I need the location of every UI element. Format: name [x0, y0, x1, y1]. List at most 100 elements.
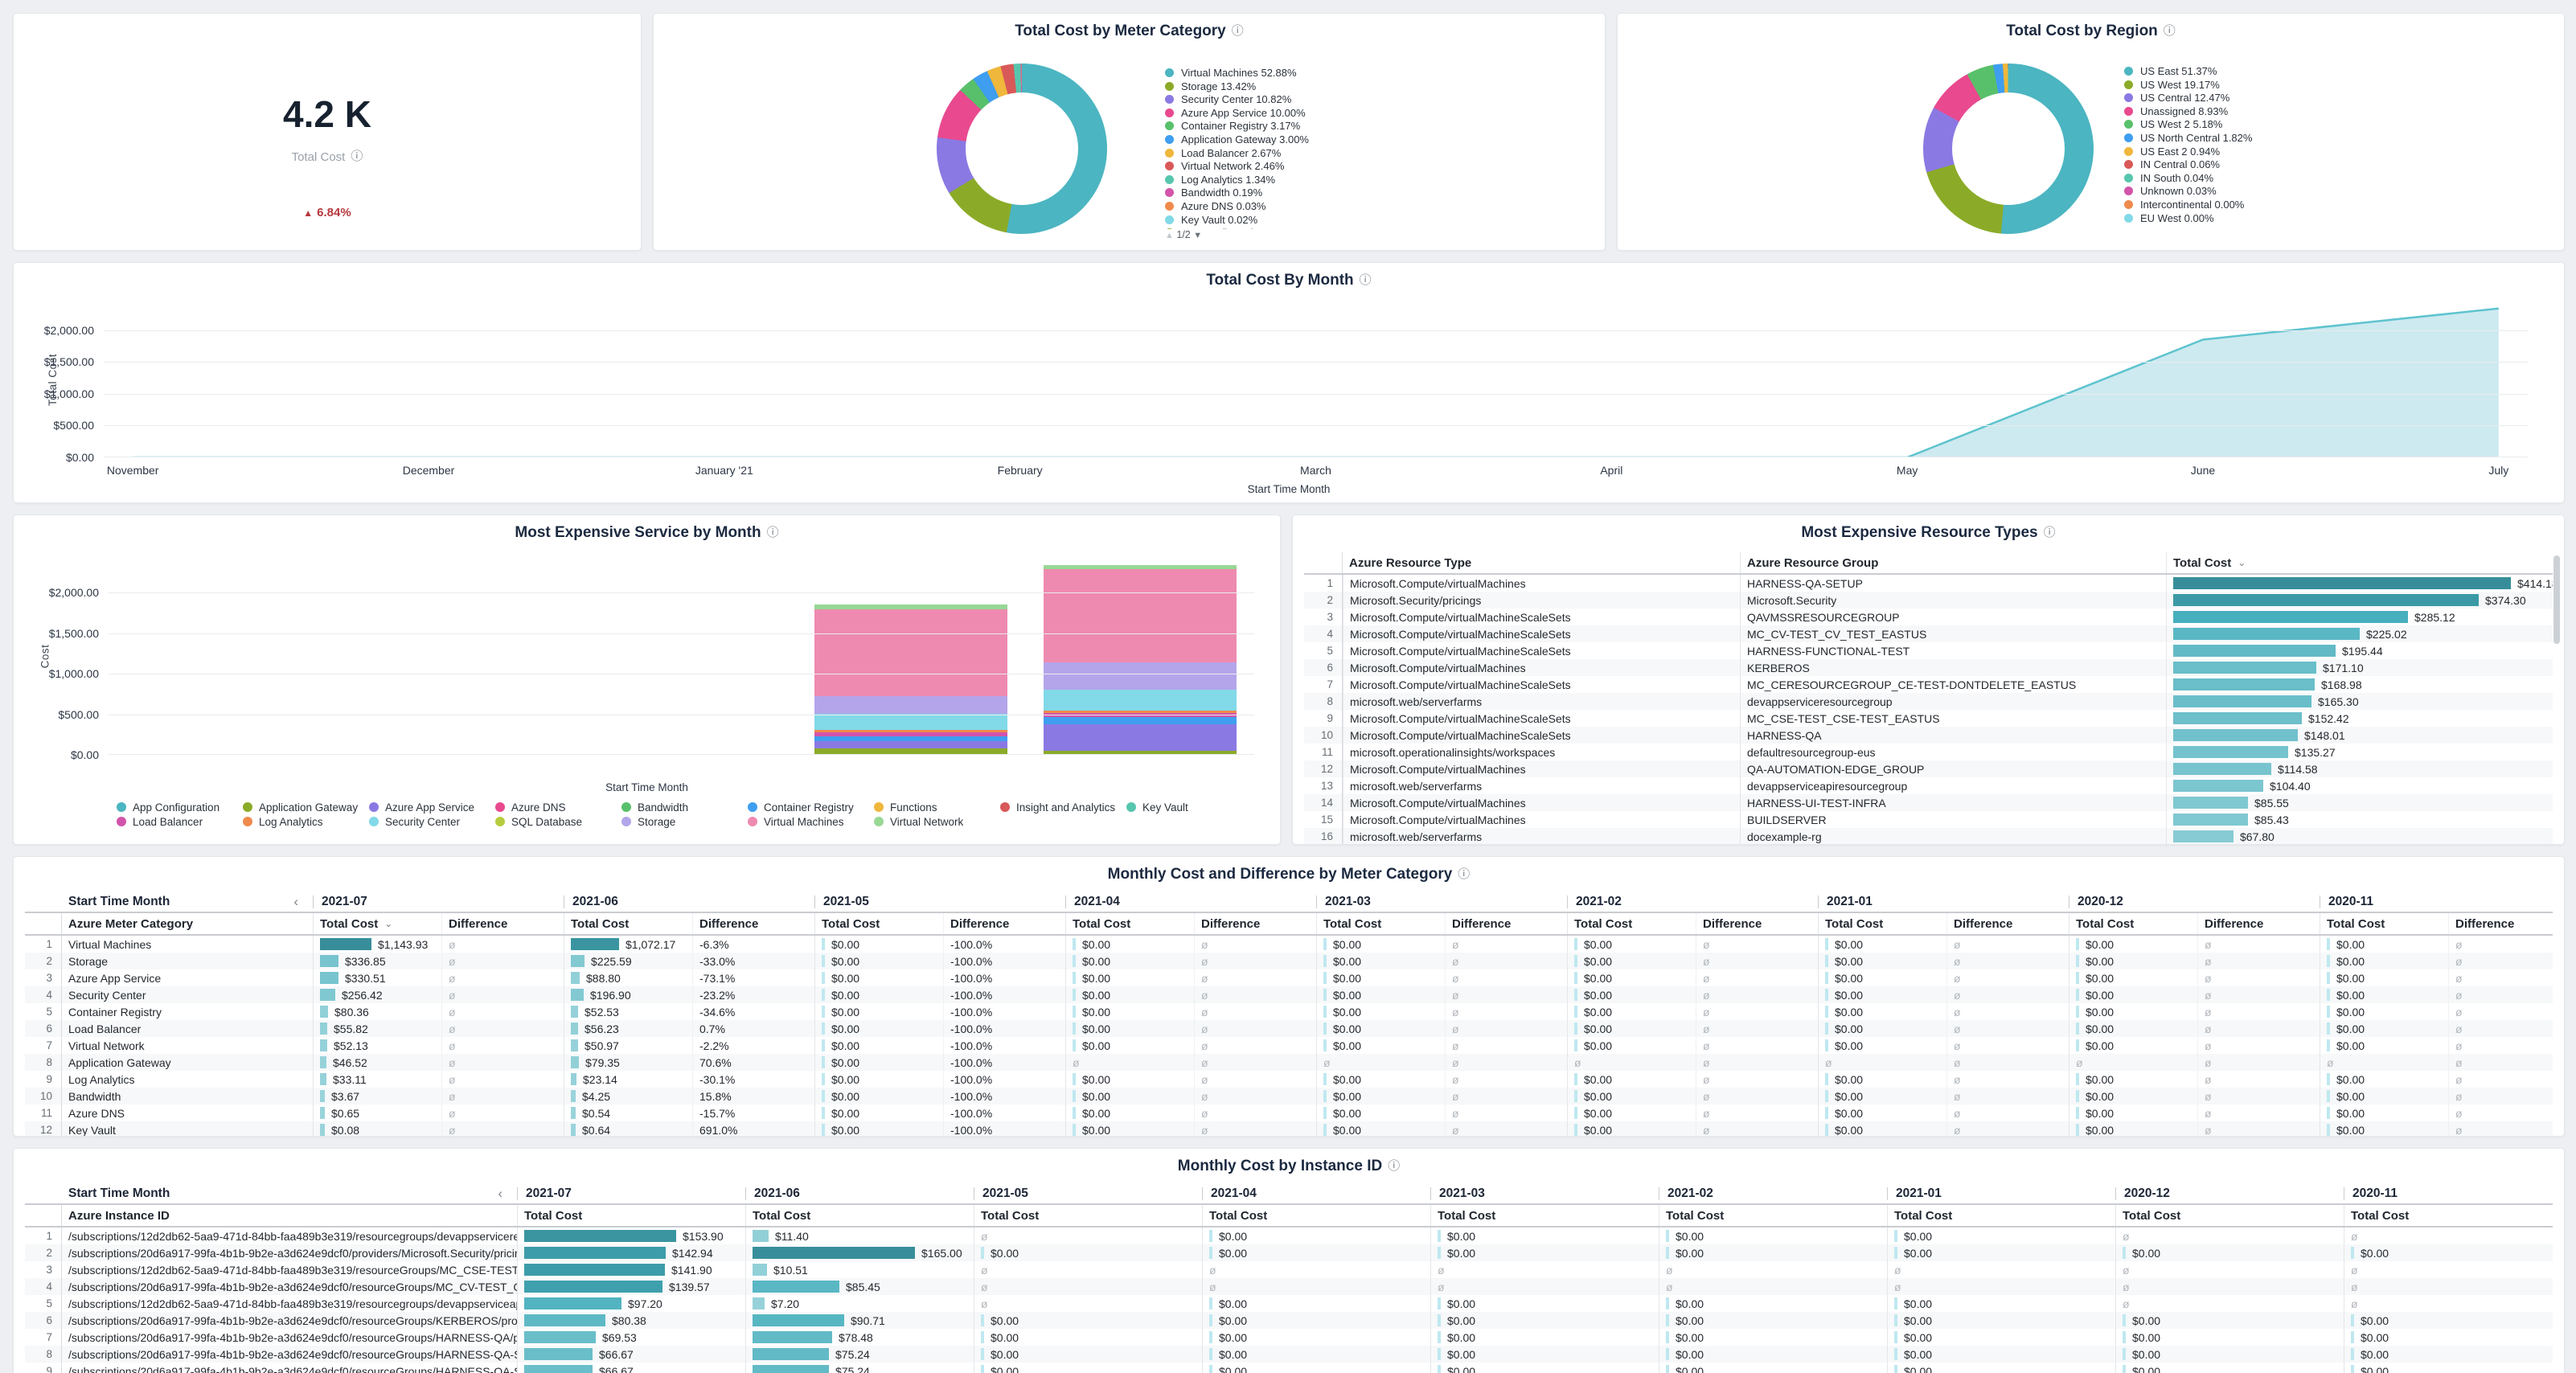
- legend-item[interactable]: Intercontinental 0.00%: [2124, 199, 2252, 212]
- legend-item[interactable]: Insight and Analytics: [1000, 801, 1126, 814]
- subcolumn-header[interactable]: Total Cost: [2115, 1205, 2344, 1226]
- month-header[interactable]: 2021-01: [1818, 896, 2069, 908]
- info-icon[interactable]: ⓘ: [1458, 867, 1470, 881]
- subcolumn-header[interactable]: Total Cost: [564, 913, 692, 934]
- legend-item[interactable]: Azure DNS: [495, 801, 621, 814]
- legend-item[interactable]: Unknown 0.03%: [2124, 185, 2252, 199]
- legend-item[interactable]: Application Gateway 3.00%: [1165, 133, 1309, 147]
- month-header[interactable]: 2020-11: [2344, 1187, 2553, 1200]
- column-header[interactable]: Azure Resource Group: [1740, 552, 2166, 573]
- month-header[interactable]: 2021-04: [1065, 896, 1316, 908]
- legend-item[interactable]: SQL Database: [495, 816, 621, 828]
- subcolumn-header[interactable]: Difference: [1696, 913, 1818, 934]
- column-header[interactable]: Azure Meter Category: [62, 917, 313, 931]
- subcolumn-header[interactable]: Total Cost: [1316, 913, 1445, 934]
- legend-item[interactable]: Azure App Service: [369, 801, 495, 814]
- subcolumn-header[interactable]: Total Cost: [1567, 913, 1696, 934]
- subcolumn-header[interactable]: Difference: [2197, 913, 2320, 934]
- subcolumn-header[interactable]: Total Cost: [2069, 913, 2197, 934]
- legend-item[interactable]: Bandwidth 0.19%: [1165, 186, 1309, 200]
- legend-item[interactable]: Azure App Service 10.00%: [1165, 107, 1309, 121]
- subcolumn-header[interactable]: Total Cost: [2344, 1205, 2553, 1226]
- legend-item[interactable]: Log Analytics 1.34%: [1165, 174, 1309, 187]
- legend-item[interactable]: US East 2 0.94%: [2124, 145, 2252, 159]
- legend-item[interactable]: Virtual Machines: [748, 816, 874, 828]
- month-header[interactable]: 2021-03: [1430, 1187, 1659, 1200]
- subcolumn-header[interactable]: Difference: [1194, 913, 1316, 934]
- month-header[interactable]: 2021-03: [1316, 896, 1567, 908]
- subcolumn-header[interactable]: Total Cost: [2320, 913, 2448, 934]
- column-header[interactable]: Azure Resource Type: [1343, 556, 1740, 570]
- month-header[interactable]: 2021-05: [974, 1187, 1202, 1200]
- pagination-prev-icon[interactable]: ‹: [498, 1186, 511, 1202]
- pagination-prev-icon[interactable]: ‹: [293, 894, 306, 910]
- legend-item[interactable]: Container Registry: [748, 801, 874, 814]
- month-header[interactable]: 2020-11: [2320, 896, 2553, 908]
- legend-item[interactable]: Load Balancer: [117, 816, 243, 828]
- info-icon[interactable]: ⓘ: [2044, 526, 2056, 539]
- legend-item[interactable]: Virtual Network: [874, 816, 1000, 828]
- legend-item[interactable]: Load Balancer 2.67%: [1165, 147, 1309, 161]
- month-header[interactable]: 2021-07: [313, 896, 564, 908]
- legend-item[interactable]: US West 2 5.18%: [2124, 118, 2252, 132]
- subcolumn-header[interactable]: Total Cost: [814, 913, 943, 934]
- legend-item[interactable]: IN South 0.04%: [2124, 172, 2252, 186]
- legend-item[interactable]: US Central 12.47%: [2124, 92, 2252, 105]
- subcolumn-header[interactable]: Total Cost: [1430, 1205, 1659, 1226]
- legend-item[interactable]: Application Gateway: [243, 801, 369, 814]
- legend-item[interactable]: US West 19.17%: [2124, 79, 2252, 92]
- info-icon[interactable]: ⓘ: [351, 150, 363, 163]
- legend-item[interactable]: EU West 0.00%: [2124, 212, 2252, 226]
- subcolumn-header[interactable]: Difference: [2448, 913, 2553, 934]
- subcolumn-header[interactable]: Difference: [943, 913, 1065, 934]
- legend-item[interactable]: Security Center: [369, 816, 495, 828]
- legend-item[interactable]: Log Analytics: [243, 816, 369, 828]
- legend-item[interactable]: App Configuration: [117, 801, 243, 814]
- subcolumn-header[interactable]: Total Cost: [517, 1205, 745, 1226]
- info-icon[interactable]: ⓘ: [1232, 24, 1244, 38]
- subcolumn-header[interactable]: Total Cost: [1659, 1205, 1887, 1226]
- subcolumn-header[interactable]: Difference: [441, 913, 564, 934]
- legend-item[interactable]: Functions: [874, 801, 1000, 814]
- region-donut[interactable]: [1923, 64, 2094, 234]
- subcolumn-header[interactable]: Total Cost: [1202, 1205, 1430, 1226]
- legend-item[interactable]: Unassigned 8.93%: [2124, 105, 2252, 119]
- stacked-bar-plot[interactable]: [109, 560, 1254, 755]
- stacked-bar[interactable]: [1044, 565, 1237, 755]
- info-icon[interactable]: ⓘ: [1360, 273, 1372, 287]
- subcolumn-header[interactable]: Total Cost⌄: [313, 913, 441, 934]
- month-header[interactable]: 2021-06: [745, 1187, 974, 1200]
- month-header[interactable]: 2021-02: [1567, 896, 1818, 908]
- legend-item[interactable]: Container Registry 3.17%: [1165, 120, 1309, 133]
- subcolumn-header[interactable]: Total Cost: [1818, 913, 1946, 934]
- month-header[interactable]: 2021-06: [564, 896, 814, 908]
- subcolumn-header[interactable]: Total Cost: [1887, 1205, 2115, 1226]
- month-header[interactable]: 2021-04: [1202, 1187, 1430, 1200]
- subcolumn-header[interactable]: Total Cost: [745, 1205, 974, 1226]
- month-header[interactable]: 2020-12: [2069, 896, 2320, 908]
- month-header[interactable]: 2021-01: [1887, 1187, 2115, 1200]
- info-icon[interactable]: ⓘ: [767, 526, 779, 539]
- subcolumn-header[interactable]: Total Cost: [974, 1205, 1202, 1226]
- month-header[interactable]: 2021-02: [1659, 1187, 1887, 1200]
- legend-item[interactable]: Security Center 10.82%: [1165, 93, 1309, 107]
- info-icon[interactable]: ⓘ: [1388, 1159, 1400, 1173]
- legend-item[interactable]: IN Central 0.06%: [2124, 158, 2252, 172]
- subcolumn-header[interactable]: Total Cost: [1065, 913, 1194, 934]
- legend-item[interactable]: Key Vault: [1126, 801, 1253, 814]
- pager-up-icon[interactable]: ▲: [1165, 231, 1174, 240]
- legend-item[interactable]: Storage: [621, 816, 748, 828]
- month-header[interactable]: 2021-05: [814, 896, 1065, 908]
- legend-item[interactable]: US East 51.37%: [2124, 65, 2252, 79]
- sort-chevron-icon[interactable]: ⌄: [2238, 557, 2246, 568]
- subcolumn-header[interactable]: Difference: [692, 913, 814, 934]
- column-header[interactable]: Azure Instance ID: [62, 1209, 517, 1223]
- legend-item[interactable]: Bandwidth: [621, 801, 748, 814]
- subcolumn-header[interactable]: Difference: [1946, 913, 2069, 934]
- stacked-bar[interactable]: [814, 605, 1007, 755]
- subcolumn-header[interactable]: Difference: [1445, 913, 1567, 934]
- info-icon[interactable]: ⓘ: [2164, 24, 2176, 38]
- meter-category-donut[interactable]: [937, 64, 1107, 234]
- legend-item[interactable]: Virtual Machines 52.88%: [1165, 67, 1309, 80]
- sort-chevron-icon[interactable]: ⌄: [384, 918, 392, 929]
